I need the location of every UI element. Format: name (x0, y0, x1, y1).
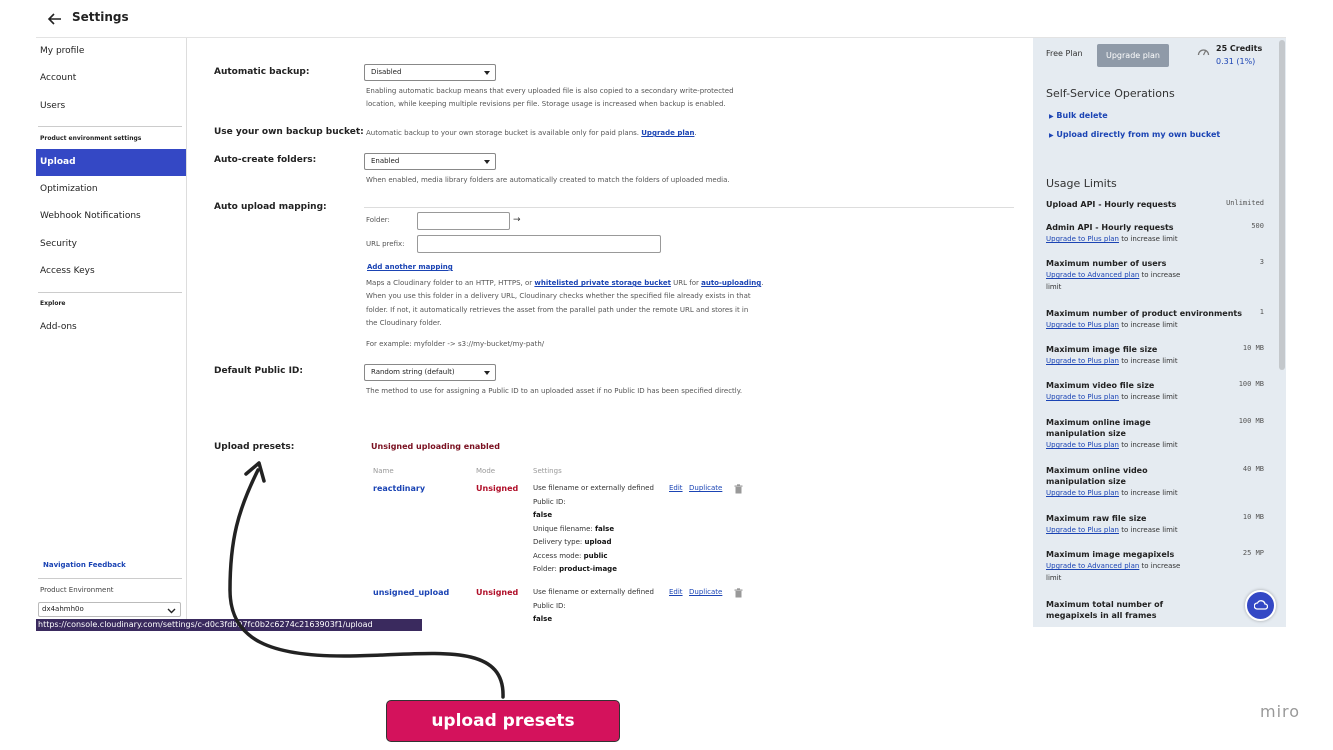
annotation-callout: upload presets (386, 700, 620, 742)
annotation-arrow (228, 461, 505, 699)
miro-watermark: miro (1260, 702, 1301, 721)
